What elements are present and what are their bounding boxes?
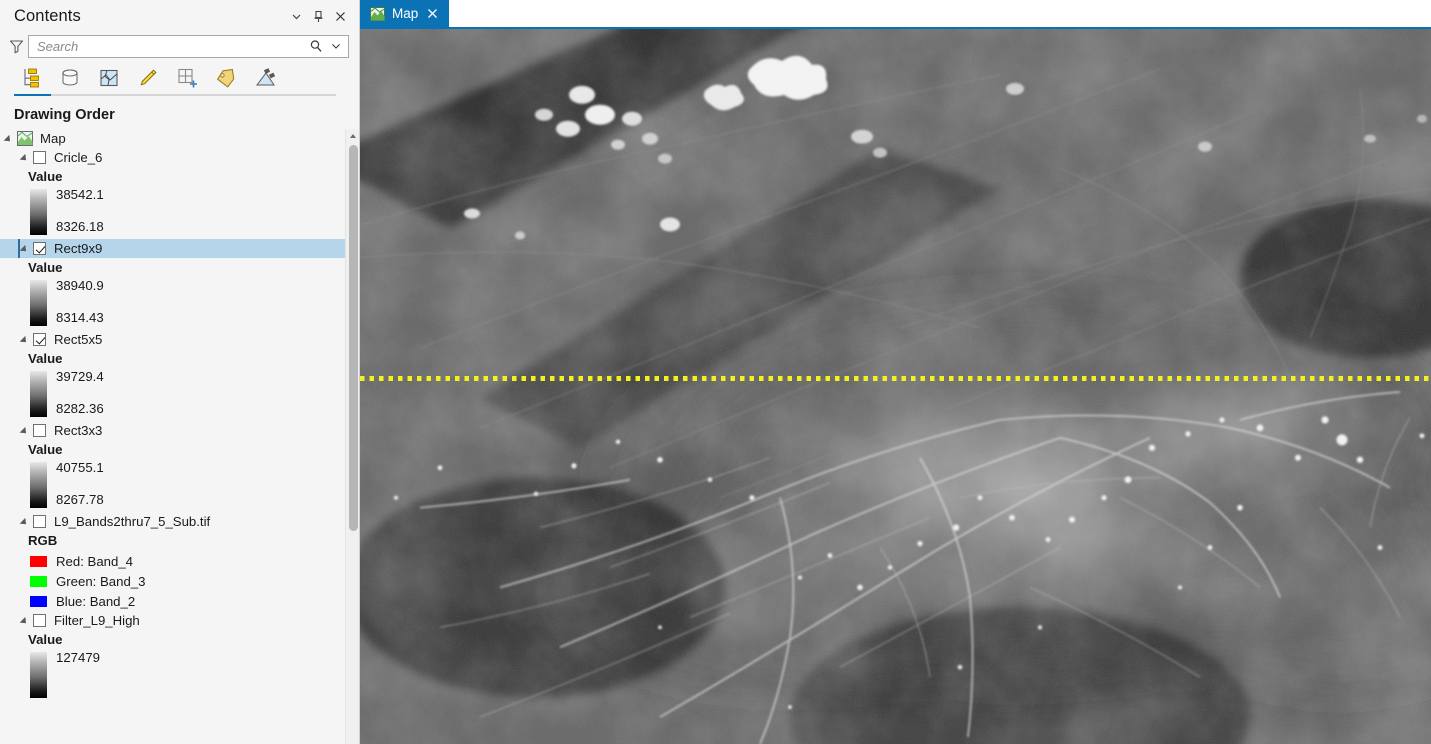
layer-row-Rect5x5[interactable]: Rect5x5 xyxy=(0,330,345,349)
ramp-max-value: 38940.9 xyxy=(56,278,104,293)
layer-name: Rect5x5 xyxy=(54,332,103,347)
renderer-label: Value xyxy=(28,351,63,366)
pin-icon[interactable] xyxy=(307,5,329,27)
color-ramp xyxy=(30,189,47,235)
renderer-label: Value xyxy=(28,442,63,457)
search-icon[interactable] xyxy=(306,36,326,57)
ramp-min-value: 8314.43 xyxy=(56,310,104,325)
ramp-min-value: 8326.18 xyxy=(56,219,104,234)
chevron-up-icon[interactable] xyxy=(346,129,359,143)
expander-icon[interactable] xyxy=(16,421,33,440)
map-view-area: Map xyxy=(360,0,1431,744)
band-row: Green: Band_3 xyxy=(0,571,345,591)
layer-name: L9_Bands2thru7_5_Sub.tif xyxy=(54,514,211,529)
renderer-label: Value xyxy=(28,260,63,275)
satellite-raster xyxy=(360,29,1431,744)
list-by-charts-icon[interactable] xyxy=(250,63,280,93)
list-by-selection-icon[interactable] xyxy=(94,63,124,93)
layer-name: Cricle_6 xyxy=(54,150,103,165)
layer-name: Rect3x3 xyxy=(54,423,103,438)
profile-line xyxy=(360,376,1431,381)
color-ramp xyxy=(30,462,47,508)
search-box[interactable] xyxy=(28,34,349,58)
list-by-drawing-order-icon[interactable] xyxy=(16,63,46,93)
tab-label: Map xyxy=(392,6,419,21)
list-by-editing-icon[interactable] xyxy=(133,63,163,93)
layer-row-L9_Bands2thru7_5_Sub.tif[interactable]: L9_Bands2thru7_5_Sub.tif xyxy=(0,512,345,531)
search-row xyxy=(0,33,359,59)
color-ramp xyxy=(30,280,47,326)
list-by-snapping-icon[interactable] xyxy=(172,63,202,93)
search-input[interactable] xyxy=(37,38,306,54)
renderer-label: RGB xyxy=(28,533,58,548)
band-color-swatch xyxy=(30,595,47,607)
stretch-legend: 38542.1 8326.18 xyxy=(0,186,345,239)
layer-row-Rect9x9[interactable]: Rect9x9 xyxy=(0,239,345,258)
band-label: Red: Band_4 xyxy=(56,553,133,569)
band-color-swatch xyxy=(30,575,47,587)
expander-icon[interactable] xyxy=(0,129,17,148)
stretch-legend: 39729.4 8282.36 xyxy=(0,368,345,421)
page-title: Contents xyxy=(14,6,81,25)
map-icon xyxy=(17,131,33,146)
layer-visibility-checkbox[interactable] xyxy=(33,614,46,627)
contents-tree-wrapper: Map Cricle_6 Value 38542.1 8326.18 Rect9x9 Val… xyxy=(0,129,359,744)
map-canvas[interactable] xyxy=(360,27,1431,744)
band-row: Blue: Band_2 xyxy=(0,591,345,611)
arcgis-pro-window: Contents Search Drawing Order Map Cricle… xyxy=(0,0,1431,744)
stretch-legend: 127479 xyxy=(0,649,345,702)
layer-row-Rect3x3[interactable]: Rect3x3 xyxy=(0,421,345,440)
stretch-legend: 40755.1 8267.78 xyxy=(0,459,345,512)
expander-icon[interactable] xyxy=(16,239,33,258)
renderer-label: Value xyxy=(28,169,63,184)
scrollbar-thumb[interactable] xyxy=(348,145,358,531)
contents-pane: Contents Search Drawing Order Map Cricle… xyxy=(0,0,360,744)
ramp-min-value: 8267.78 xyxy=(56,492,104,507)
renderer-label: Value xyxy=(28,632,63,647)
tab-map[interactable]: Map xyxy=(360,0,450,27)
map-tabstrip: Map xyxy=(360,0,1431,27)
layer-name: Rect9x9 xyxy=(54,241,103,256)
layer-visibility-checkbox[interactable] xyxy=(33,151,46,164)
filter-icon[interactable] xyxy=(4,35,28,57)
expander-icon[interactable] xyxy=(16,512,33,531)
color-ramp xyxy=(30,371,47,417)
list-by-data-source-icon[interactable] xyxy=(55,63,85,93)
close-icon[interactable] xyxy=(329,5,351,27)
list-by-labeling-icon[interactable] xyxy=(211,63,241,93)
section-label: Drawing Order xyxy=(14,107,115,123)
expander-icon[interactable] xyxy=(16,330,33,349)
layer-visibility-checkbox[interactable] xyxy=(33,424,46,437)
collapse-icon[interactable] xyxy=(285,5,307,27)
contents-tree: Map Cricle_6 Value 38542.1 8326.18 Rect9x9 Val… xyxy=(0,129,345,744)
layer-row-Filter_L9_High[interactable]: Filter_L9_High xyxy=(0,611,345,630)
close-icon[interactable] xyxy=(425,6,440,21)
contents-toolbar xyxy=(0,59,359,97)
map-icon xyxy=(370,6,385,21)
tree-root-map[interactable]: Map xyxy=(0,129,345,148)
ramp-min-value: 8282.36 xyxy=(56,401,104,416)
contents-pane-header: Contents xyxy=(0,0,359,32)
layer-visibility-checkbox[interactable] xyxy=(33,242,46,255)
band-label: Blue: Band_2 xyxy=(56,593,136,609)
layer-name: Filter_L9_High xyxy=(54,613,140,628)
band-color-swatch xyxy=(30,555,47,567)
ramp-max-value: 38542.1 xyxy=(56,187,104,202)
expander-icon[interactable] xyxy=(16,148,33,167)
layer-visibility-checkbox[interactable] xyxy=(33,333,46,346)
layer-row-Cricle_6[interactable]: Cricle_6 xyxy=(0,148,345,167)
expander-icon[interactable] xyxy=(16,611,33,630)
ramp-max-value: 39729.4 xyxy=(56,369,104,384)
stretch-legend: 38940.9 8314.43 xyxy=(0,277,345,330)
band-label: Green: Band_3 xyxy=(56,573,146,589)
chevron-down-icon[interactable] xyxy=(326,36,346,57)
color-ramp xyxy=(30,652,47,698)
band-row: Red: Band_4 xyxy=(0,551,345,571)
ramp-max-value: 127479 xyxy=(56,650,101,665)
toolbar-underline xyxy=(14,94,336,96)
vertical-scrollbar[interactable] xyxy=(345,129,359,744)
layer-visibility-checkbox[interactable] xyxy=(33,515,46,528)
tree-root-label: Map xyxy=(40,131,66,146)
ramp-max-value: 40755.1 xyxy=(56,460,104,475)
